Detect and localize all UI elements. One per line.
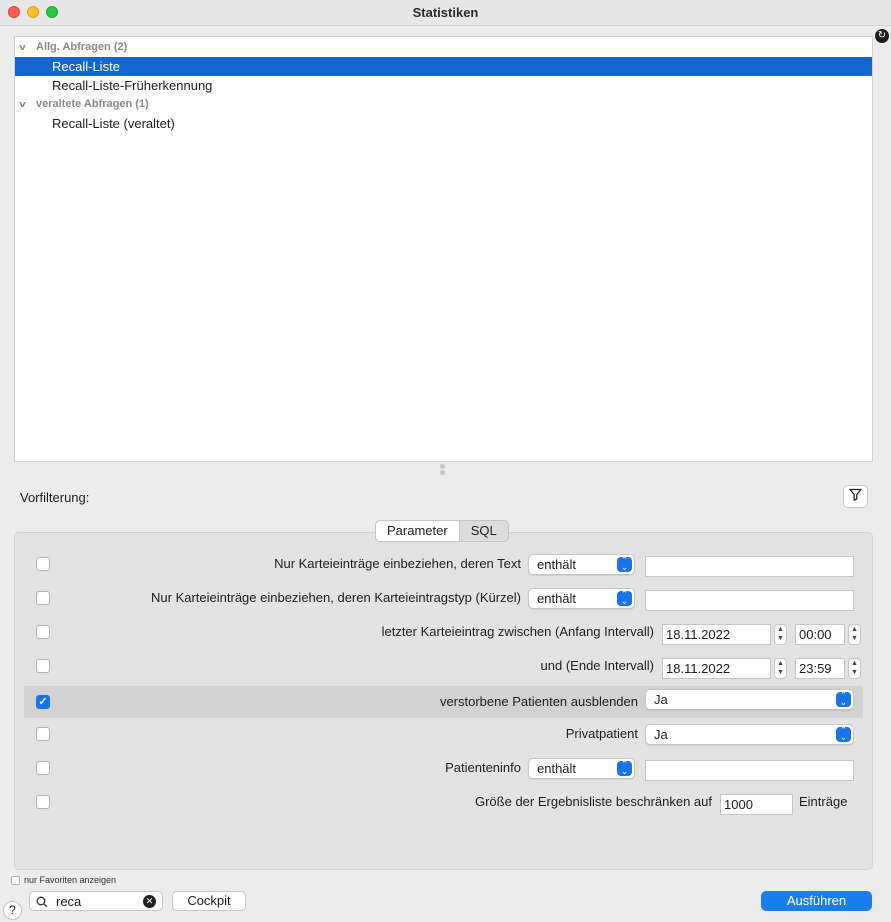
tree-group-label: veraltete Abfragen (1) [36,98,149,110]
param-checkbox[interactable] [36,795,50,809]
kuerzel-input[interactable] [645,590,854,611]
operator-value: enthält [537,557,577,572]
patienteninfo-input[interactable] [645,760,854,781]
param-row-kuerzel: Nur Karteieinträge einbeziehen, deren Ka… [24,582,863,614]
privatpatient-select[interactable]: Ja ⌃ ⌄ [645,724,854,745]
operator-select[interactable]: enthält ⌃ ⌄ [528,758,635,779]
tab-parameter[interactable]: Parameter [376,521,460,541]
param-label: Privatpatient [565,726,638,741]
tree-group-veraltet[interactable]: v veraltete Abfragen (1) [15,95,872,114]
param-label: Nur Karteieinträge einbeziehen, deren Te… [274,556,521,571]
date-stepper[interactable]: ▲ ▼ [774,624,787,645]
tree-group-label: Allg. Abfragen (2) [36,41,128,53]
param-row-text: Nur Karteieinträge einbeziehen, deren Te… [24,548,863,580]
title-bar: Statistiken [0,0,891,26]
limit-unit-label: Einträge [799,794,848,809]
time-stepper[interactable]: ▲ ▼ [848,624,861,645]
param-label: Patienteninfo [445,760,521,775]
verstorbene-select[interactable]: Ja ⌃ ⌄ [645,689,854,710]
chevron-updown-icon: ⌃ ⌄ [617,556,632,572]
clear-search-icon[interactable]: ✕ [143,895,156,908]
end-time-input[interactable]: 23:59 [795,658,845,679]
chevron-updown-icon: ⌃ ⌄ [617,760,632,776]
select-value: Ja [654,692,668,707]
refresh-icon[interactable]: ↻ [875,29,889,43]
operator-value: enthält [537,591,577,606]
param-row-verstorbene: ✓ verstorbene Patienten ausblenden Ja ⌃ ⌄ [24,686,863,718]
cockpit-button[interactable]: Cockpit [172,891,246,911]
param-label: verstorbene Patienten ausblenden [439,694,638,709]
param-checkbox[interactable] [36,659,50,673]
param-row-end-interval: und (Ende Intervall) 18.11.2022 ▲ ▼ 23:59… [24,650,863,682]
param-checkbox[interactable] [36,761,50,775]
chevron-down-icon[interactable]: v [19,95,26,114]
param-label: Nur Karteieinträge einbeziehen, deren Ka… [151,590,521,605]
tree-item-recall-liste-frueherkennung[interactable]: Recall-Liste-Früherkennung [15,76,872,95]
favorites-checkbox[interactable] [11,876,20,885]
param-label: und (Ende Intervall) [540,658,654,673]
param-checkbox[interactable] [36,557,50,571]
tree-group-allg[interactable]: v Allg. Abfragen (2) [15,38,872,57]
chevron-updown-icon: ⌃ ⌄ [836,691,851,707]
filter-icon[interactable] [843,485,868,508]
operator-select[interactable]: enthält ⌃ ⌄ [528,554,635,575]
date-stepper[interactable]: ▲ ▼ [774,658,787,679]
start-time-input[interactable]: 00:00 [795,624,845,645]
run-button[interactable]: Ausführen [761,891,872,911]
text-input[interactable] [645,556,854,577]
time-stepper[interactable]: ▲ ▼ [848,658,861,679]
operator-value: enthält [537,761,577,776]
window-title: Statistiken [412,5,479,20]
param-row-start-interval: letzter Karteieintrag zwischen (Anfang I… [24,616,863,648]
tree-item-recall-liste-veraltet[interactable]: Recall-Liste (veraltet) [15,114,872,133]
chevron-updown-icon: ⌃ ⌄ [617,590,632,606]
param-label: Größe der Ergebnisliste beschränken auf [474,794,712,809]
limit-input[interactable]: 1000 [720,794,793,815]
query-tree[interactable]: v Allg. Abfragen (2) Recall-Liste Recall… [14,36,873,462]
tab-sql[interactable]: SQL [460,521,508,541]
search-icon [36,893,48,911]
param-label: letzter Karteieintrag zwischen (Anfang I… [381,624,654,639]
select-value: Ja [654,727,668,742]
favorites-label: nur Favoriten anzeigen [24,875,117,885]
help-button[interactable]: ? [3,901,22,920]
chevron-updown-icon: ⌃ ⌄ [836,726,851,742]
param-checkbox[interactable] [36,591,50,605]
end-date-input[interactable]: 18.11.2022 [662,658,771,679]
chevron-down-icon[interactable]: v [19,38,26,57]
operator-select[interactable]: enthält ⌃ ⌄ [528,588,635,609]
split-handle[interactable] [440,464,446,480]
tree-item-recall-liste[interactable]: Recall-Liste [15,57,872,76]
vorfilterung-label: Vorfilterung: [20,490,90,505]
param-row-patienteninfo: Patienteninfo enthält ⌃ ⌄ [24,752,863,784]
param-checkbox-checked[interactable]: ✓ [36,695,50,709]
search-input[interactable]: reca [56,894,81,909]
parameter-sql-tabs: Parameter SQL [375,520,509,542]
search-field[interactable]: reca ✕ [29,891,163,911]
param-row-limit: Größe der Ergebnisliste beschränken auf … [24,786,863,818]
param-checkbox[interactable] [36,727,50,741]
param-checkbox[interactable] [36,625,50,639]
start-date-input[interactable]: 18.11.2022 [662,624,771,645]
param-row-privatpatient: Privatpatient Ja ⌃ ⌄ [24,718,863,750]
